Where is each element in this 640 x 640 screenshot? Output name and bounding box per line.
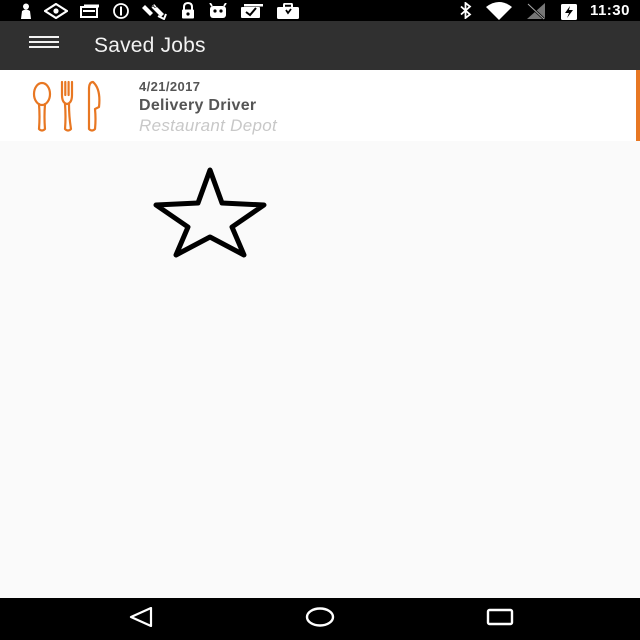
circle-info-icon (112, 2, 130, 19)
job-list-item[interactable]: 4/21/2017 Delivery Driver Restaurant Dep… (0, 70, 640, 141)
menu-button[interactable] (0, 21, 88, 70)
job-company: Restaurant Depot (139, 116, 278, 135)
job-details: 4/21/2017 Delivery Driver Restaurant Dep… (139, 79, 277, 136)
status-system: 11:30 (446, 0, 630, 21)
star-outline-icon (152, 167, 268, 263)
satellite-icon: FAX (142, 2, 168, 20)
wifi-icon (485, 1, 512, 20)
back-button[interactable] (101, 598, 181, 640)
checkbox-icon (240, 3, 264, 19)
star-button[interactable] (152, 167, 268, 259)
navigation-bar (0, 598, 640, 640)
briefcase-icon (276, 2, 300, 19)
bluetooth-icon (460, 2, 472, 19)
home-icon (305, 606, 335, 633)
card-icon (80, 4, 100, 18)
no-signal-icon (526, 2, 546, 20)
app-bar: Saved Jobs (0, 21, 640, 70)
svg-text:FAX: FAX (148, 3, 159, 10)
android-icon (208, 2, 228, 19)
page-title: Saved Jobs (94, 33, 206, 57)
home-button[interactable] (280, 598, 360, 640)
eye-icon (44, 2, 68, 19)
status-notifications: FAX (20, 0, 312, 21)
hamburger-menu-icon (29, 36, 59, 55)
job-title: Delivery Driver (139, 97, 257, 114)
saved-jobs-list: 4/21/2017 Delivery Driver Restaurant Dep… (0, 70, 640, 141)
battery-charging-icon (560, 2, 578, 20)
job-accent-bar (636, 70, 640, 141)
lock-icon (180, 2, 196, 19)
recents-button[interactable] (460, 598, 540, 640)
status-time: 11:30 (589, 2, 630, 19)
back-icon (128, 606, 154, 632)
person-icon (20, 3, 32, 19)
job-saved-date: 4/21/2017 (139, 79, 201, 94)
utensils-icon (31, 79, 105, 133)
status-bar: FAX 11:30 (0, 0, 640, 21)
recents-icon (486, 608, 514, 631)
